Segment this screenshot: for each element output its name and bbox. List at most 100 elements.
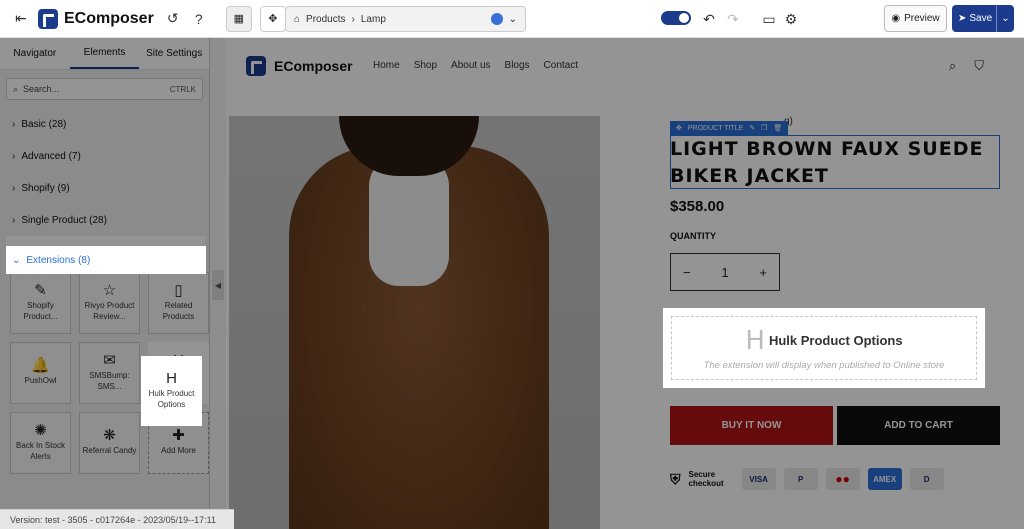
nav-home[interactable]: Home bbox=[373, 60, 400, 71]
card-label: SMSBump: SMS... bbox=[89, 370, 130, 391]
category-label: Extensions (8) bbox=[26, 254, 91, 266]
eye-icon: ◉ bbox=[891, 13, 901, 24]
redo-icon[interactable]: ↷ bbox=[720, 6, 746, 32]
card-label: Add More bbox=[161, 446, 196, 455]
element-toolbar[interactable]: ✥ PRODUCT TITLE ✎ ❐ 🗑 bbox=[670, 121, 789, 135]
card-label: Shopify Product... bbox=[23, 300, 58, 321]
category-label: Advanced (7) bbox=[21, 150, 81, 162]
chevron-right-icon: › bbox=[12, 182, 16, 194]
hulk-h-icon: H bbox=[166, 369, 177, 387]
element-smsbump[interactable]: ✉ SMSBump: SMS... bbox=[79, 342, 140, 404]
nav-about-us[interactable]: About us bbox=[451, 60, 490, 71]
diners-icon: D bbox=[909, 468, 944, 490]
element-search-input[interactable]: ⌕ Search... CTRLK bbox=[6, 78, 203, 100]
card-label: Back In Stock Alerts bbox=[16, 440, 65, 461]
category-basic[interactable]: › Basic (28) bbox=[0, 108, 209, 140]
breadcrumb-page: Lamp bbox=[360, 13, 386, 25]
card-label: Referral Candy bbox=[82, 446, 137, 455]
breadcrumb-root: Products bbox=[306, 13, 346, 25]
hulk-product-options-block[interactable]: H Hulk Product Options The extension wil… bbox=[663, 308, 985, 388]
cart-icon[interactable]: ⛉ bbox=[974, 58, 984, 74]
brand-name: EComposer bbox=[64, 9, 154, 27]
element-back-in-stock[interactable]: ✺ Back In Stock Alerts bbox=[10, 412, 71, 474]
hulk-subtitle: The extension will display when publishe… bbox=[703, 359, 945, 371]
search-placeholder: Search... bbox=[23, 84, 60, 94]
tag-icon: ⌂ bbox=[294, 13, 301, 25]
duplicate-icon[interactable]: ❐ bbox=[761, 124, 767, 132]
left-panel: Navigator Elements Site Settings ⌕ Searc… bbox=[0, 38, 210, 529]
card-label: Related Products bbox=[162, 300, 195, 321]
hulk-title-text: Hulk Product Options bbox=[768, 333, 903, 348]
undo-icon[interactable]: ↶ bbox=[696, 6, 722, 32]
page-selector[interactable]: ⌂ Products › Lamp ⌄ bbox=[285, 6, 526, 32]
edit-icon: ✎ bbox=[34, 281, 47, 299]
chevron-right-icon: › bbox=[12, 214, 16, 226]
preview-button[interactable]: ◉ Preview bbox=[884, 5, 947, 32]
editor-canvas: EComposer Home Shop About us Blogs Conta… bbox=[226, 38, 1024, 529]
chevron-right-icon: › bbox=[12, 118, 16, 130]
element-related-products[interactable]: ▯ Related Products bbox=[148, 272, 209, 334]
nav-blogs[interactable]: Blogs bbox=[505, 60, 530, 71]
shield-check-icon: ⛨ bbox=[670, 470, 681, 487]
plus-icon[interactable]: + bbox=[759, 265, 767, 280]
element-shopify-product[interactable]: ✎ Shopify Product... bbox=[10, 272, 71, 334]
settings-icon[interactable]: ⚙ bbox=[778, 6, 804, 32]
category-label: Shopify (9) bbox=[21, 182, 70, 194]
search-icon: ⌕ bbox=[13, 83, 19, 94]
puzzle-icon[interactable]: ✥ bbox=[259, 5, 286, 32]
element-toolbar-label: PRODUCT TITLE bbox=[687, 124, 744, 132]
quantity-label: QUANTITY bbox=[670, 231, 716, 241]
store-logo[interactable]: EComposer bbox=[246, 56, 353, 76]
edit-icon[interactable]: ✎ bbox=[749, 124, 755, 132]
product-price: $358.00 bbox=[670, 198, 725, 215]
version-info: Version: test - 3505 - c017264e - 2023/0… bbox=[0, 509, 234, 529]
element-rivyo-review[interactable]: ☆ Rivyo Product Review... bbox=[79, 272, 140, 334]
add-to-cart-button[interactable]: ADD TO CART bbox=[837, 406, 1000, 445]
element-pushowl[interactable]: 🔔 PushOwl bbox=[10, 342, 71, 404]
save-dropdown-chevron-icon[interactable]: ⌄ bbox=[996, 5, 1014, 32]
exit-icon[interactable]: ⇤ bbox=[8, 6, 34, 32]
nav-shop[interactable]: Shop bbox=[414, 60, 437, 71]
paypal-icon: P bbox=[783, 468, 818, 490]
move-icon[interactable]: ✥ bbox=[676, 124, 682, 132]
minus-icon[interactable]: − bbox=[683, 265, 691, 280]
add-icon: ✚ bbox=[172, 427, 185, 444]
product-title[interactable]: LIGHT BROWN FAUX SUEDE BIKER JACKET bbox=[670, 136, 1000, 190]
category-label: Basic (28) bbox=[21, 118, 67, 130]
delete-icon[interactable]: 🗑 bbox=[773, 124, 782, 132]
candy-icon: ❋ bbox=[103, 427, 116, 444]
history-icon[interactable]: ↺ bbox=[160, 6, 186, 32]
related-icon: ▯ bbox=[174, 281, 183, 299]
quantity-stepper[interactable]: − 1 + bbox=[670, 253, 780, 291]
search-shortcut: CTRLK bbox=[169, 84, 196, 94]
tab-site-settings[interactable]: Site Settings bbox=[139, 38, 209, 69]
element-referral-candy[interactable]: ❋ Referral Candy bbox=[79, 412, 140, 474]
panel-tabs: Navigator Elements Site Settings bbox=[0, 38, 209, 70]
amex-icon: AMEX bbox=[867, 468, 902, 490]
highlight-card-hulk[interactable]: H Hulk Product Options bbox=[141, 356, 202, 426]
search-icon[interactable]: ⌕ bbox=[949, 58, 956, 74]
tab-navigator[interactable]: Navigator bbox=[0, 38, 70, 69]
card-label: Rivyo Product Review... bbox=[84, 300, 135, 321]
store-brand-name: EComposer bbox=[274, 58, 353, 74]
quantity-value: 1 bbox=[721, 264, 729, 280]
hulk-h-icon: H bbox=[745, 325, 765, 356]
card-label: PushOwl bbox=[24, 376, 57, 385]
category-advanced[interactable]: › Advanced (7) bbox=[0, 140, 209, 172]
product-image[interactable] bbox=[229, 116, 600, 529]
tab-elements[interactable]: Elements bbox=[69, 38, 140, 69]
help-icon[interactable]: ? bbox=[186, 6, 212, 32]
collapse-panel-handle[interactable]: ◀ bbox=[212, 270, 224, 300]
ecomposer-logo bbox=[38, 8, 58, 29]
star-icon: ☆ bbox=[102, 281, 117, 299]
grid-icon[interactable]: ▦ bbox=[225, 5, 252, 32]
highlight-category-extensions[interactable]: ⌄ Extensions (8) bbox=[6, 246, 206, 274]
secure-checkout-label: Secure checkout bbox=[689, 470, 724, 488]
save-button[interactable]: ➤ Save ⌄ bbox=[952, 5, 1014, 32]
buy-it-now-button[interactable]: BUY IT NOW bbox=[670, 406, 833, 445]
category-shopify[interactable]: › Shopify (9) bbox=[0, 172, 209, 204]
category-single-product[interactable]: › Single Product (28) bbox=[0, 204, 209, 236]
dark-mode-toggle[interactable] bbox=[661, 11, 691, 25]
nav-contact[interactable]: Contact bbox=[544, 60, 578, 71]
store-nav: Home Shop About us Blogs Contact bbox=[373, 60, 578, 71]
